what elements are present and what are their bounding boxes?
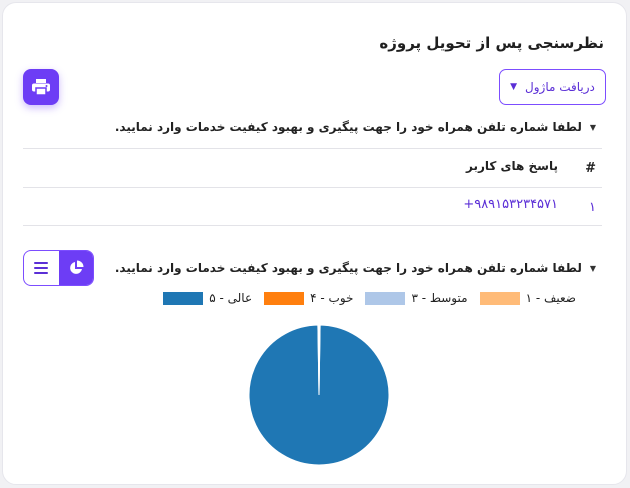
question-1-toggle[interactable]: ▼ لطفا شماره تلفن همراه خود را جهت پیگیر… [115,120,596,134]
table-header-divider [23,187,602,188]
legend-swatch [479,291,520,305]
printer-icon [32,79,50,96]
triangle-down-icon: ▼ [589,263,596,273]
view-toggle [23,250,94,286]
page-title: نظرسنجی پس از تحویل پروژه [379,34,604,52]
get-module-label: دریافت ماژول [525,80,595,94]
legend-item[interactable]: ضعیف - ۱ [479,291,576,305]
chart-view-button[interactable] [58,251,93,285]
print-button[interactable] [23,69,59,105]
table-row-number: ۱ [589,200,596,215]
legend-item[interactable]: متوسط - ۳ [365,291,468,305]
pie-chart-icon [69,260,84,274]
legend-swatch [163,291,204,305]
triangle-down-icon: ▼ [589,122,596,132]
chart-legend: ضعیف - ۱ متوسط - ۳ خوب - ۴ عالی - ۵ [163,291,576,305]
legend-label: عالی - ۵ [209,291,253,305]
question-2-text: لطفا شماره تلفن همراه خود را جهت پیگیری … [114,261,582,275]
legend-swatch [264,291,305,305]
pie-chart [249,324,389,466]
list-icon [34,262,49,274]
legend-label: متوسط - ۳ [411,291,468,305]
survey-card: نظرسنجی پس از تحویل پروژه دریافت ماژول ▼… [2,2,627,485]
table-row-answer[interactable]: +۹۸۹۱۵۳۲۳۴۵۷۱ [463,197,558,212]
question-1-text: لطفا شماره تلفن همراه خود را جهت پیگیری … [114,120,582,134]
table-bottom-divider [23,225,602,226]
get-module-button[interactable]: دریافت ماژول ▼ [499,69,606,105]
table-top-divider [23,148,602,149]
legend-swatch [365,291,406,305]
legend-label: ضعیف - ۱ [525,291,576,305]
table-header-number: # [585,161,596,176]
legend-label: خوب - ۴ [310,291,354,305]
list-view-button[interactable] [24,251,59,285]
table-header-answers: پاسخ های کاربر [465,159,558,173]
legend-item[interactable]: عالی - ۵ [163,291,252,305]
question-2-toggle[interactable]: ▼ لطفا شماره تلفن همراه خود را جهت پیگیر… [115,261,596,275]
legend-item[interactable]: خوب - ۴ [264,291,353,305]
caret-down-icon: ▼ [510,82,518,92]
